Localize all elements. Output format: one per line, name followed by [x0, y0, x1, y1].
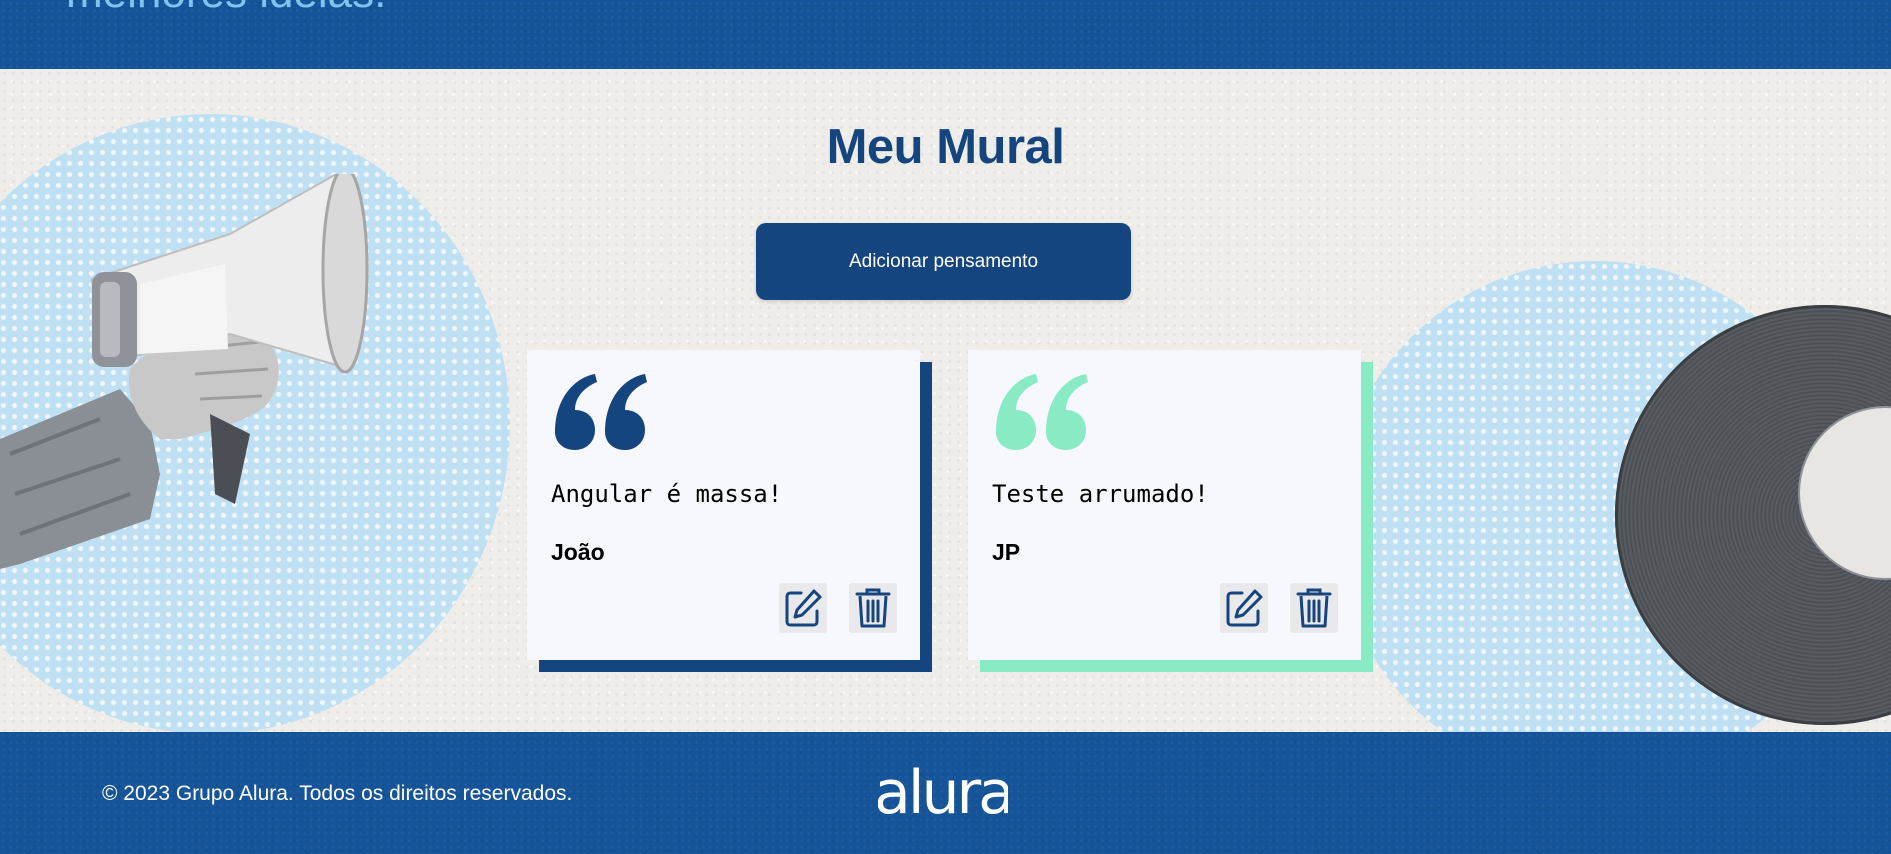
megaphone-icon [0, 174, 369, 569]
delete-button[interactable] [849, 583, 897, 633]
trash-icon [855, 588, 891, 628]
add-thought-button[interactable]: Adicionar pensamento [756, 223, 1131, 300]
card-body: Teste arrumado! JP [968, 350, 1361, 660]
svg-text:alura: alura [878, 758, 1008, 828]
thought-card: Angular é massa! João [527, 350, 932, 672]
card-author: João [551, 539, 605, 565]
quote-icon [996, 374, 1088, 450]
card-text: Angular é massa! [551, 480, 783, 508]
edit-button[interactable] [1220, 583, 1268, 633]
thought-card: Teste arrumado! JP [968, 350, 1373, 672]
trash-icon [1296, 588, 1332, 628]
delete-button[interactable] [1290, 583, 1338, 633]
edit-button[interactable] [779, 583, 827, 633]
card-body: Angular é massa! João [527, 350, 920, 660]
page-title: Meu Mural [826, 120, 1065, 174]
header-banner: melhores ideias. [0, 0, 1891, 69]
vinyl-label [1800, 408, 1891, 578]
copyright-text: © 2023 Grupo Alura. Todos os direitos re… [102, 782, 573, 805]
card-author: JP [992, 539, 1021, 565]
edit-icon [1226, 589, 1263, 627]
main-area: Meu Mural Adicionar pensamento Angular é… [0, 69, 1891, 732]
header-tagline: melhores ideias. [66, 0, 386, 18]
quote-icon [555, 374, 647, 450]
edit-icon [785, 589, 822, 627]
footer: © 2023 Grupo Alura. Todos os direitos re… [0, 732, 1891, 854]
alura-logo[interactable]: alura [878, 758, 1008, 828]
card-text: Teste arrumado! [992, 480, 1209, 508]
